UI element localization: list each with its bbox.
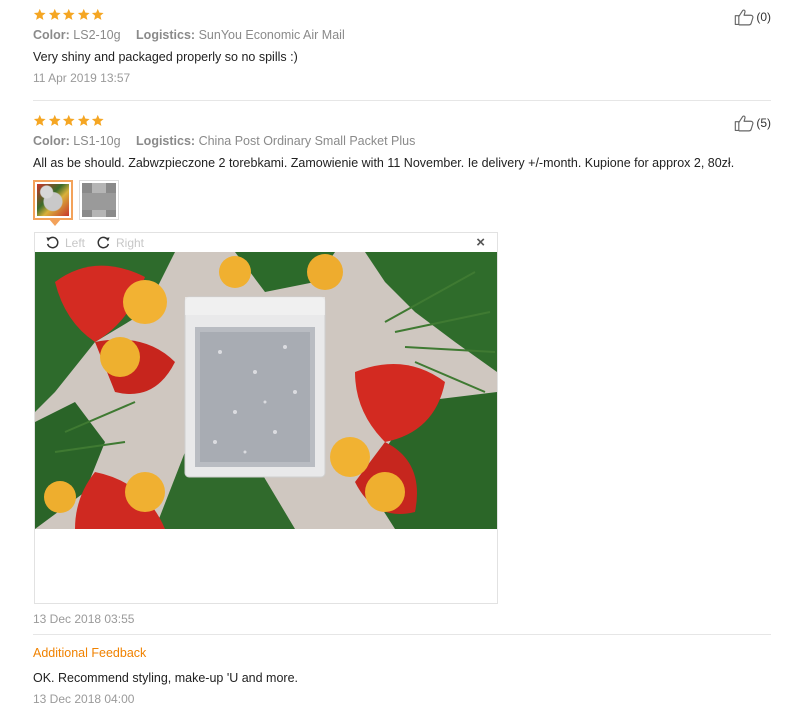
helpful-button[interactable]: (0) [734, 8, 771, 26]
review-meta: Color: LS2-10g Logistics: SunYou Economi… [33, 28, 345, 42]
star-icon [48, 114, 62, 127]
review-text: Very shiny and packaged properly so no s… [33, 50, 298, 64]
color-value: LS1-10g [73, 134, 121, 148]
star-icon [33, 8, 47, 21]
star-icon [77, 8, 91, 21]
helpful-count: (5) [756, 116, 771, 130]
rotate-left-button[interactable]: Left [45, 235, 85, 250]
star-icon [91, 114, 105, 127]
color-label: Color: [33, 28, 70, 42]
star-rating [33, 114, 105, 127]
review-meta: Color: LS1-10g Logistics: China Post Ord… [33, 134, 415, 148]
review-text: All as be should. Zabwzpieczone 2 torebk… [33, 156, 735, 170]
review-date: 13 Dec 2018 03:55 [33, 612, 135, 626]
star-rating [33, 8, 105, 21]
star-icon [48, 8, 62, 21]
thumbs-up-icon [734, 114, 755, 132]
color-value: LS2-10g [73, 28, 121, 42]
rotate-right-label: Right [116, 235, 145, 250]
logistics-value: SunYou Economic Air Mail [198, 28, 345, 42]
additional-feedback-text: OK. Recommend styling, make-up 'U and mo… [33, 671, 298, 685]
review-1: (0) Color: LS2-10g Logistics: SunYou Eco… [33, 0, 771, 100]
rotate-left-icon [45, 235, 60, 250]
star-icon [91, 8, 105, 21]
star-icon [62, 114, 76, 127]
star-icon [62, 8, 76, 21]
viewer-toolbar: Left Right × [35, 233, 497, 253]
helpful-button[interactable]: (5) [734, 114, 771, 132]
photo-thumbnail[interactable] [33, 180, 73, 226]
review-photo [35, 252, 497, 529]
divider [33, 100, 771, 101]
review-date: 11 Apr 2019 13:57 [33, 71, 131, 85]
star-icon [33, 114, 47, 127]
rotate-left-label: Left [65, 235, 86, 250]
color-label: Color: [33, 134, 70, 148]
photo-thumbnail[interactable] [79, 180, 119, 220]
logistics-label: Logistics: [136, 134, 196, 148]
rotate-right-icon [96, 235, 111, 250]
thumbs-up-icon [734, 8, 755, 26]
photo-viewer: Left Right × [34, 232, 498, 604]
close-viewer-button[interactable]: × [476, 234, 485, 252]
logistics-label: Logistics: [136, 28, 196, 42]
logistics-value: China Post Ordinary Small Packet Plus [198, 134, 416, 148]
additional-feedback-date: 13 Dec 2018 04:00 [33, 692, 135, 706]
additional-feedback-title: Additional Feedback [33, 646, 147, 660]
divider [33, 634, 771, 635]
review-photo-thumbnails [33, 180, 119, 226]
helpful-count: (0) [756, 10, 771, 24]
rotate-right-button[interactable]: Right [96, 235, 144, 250]
star-icon [77, 114, 91, 127]
